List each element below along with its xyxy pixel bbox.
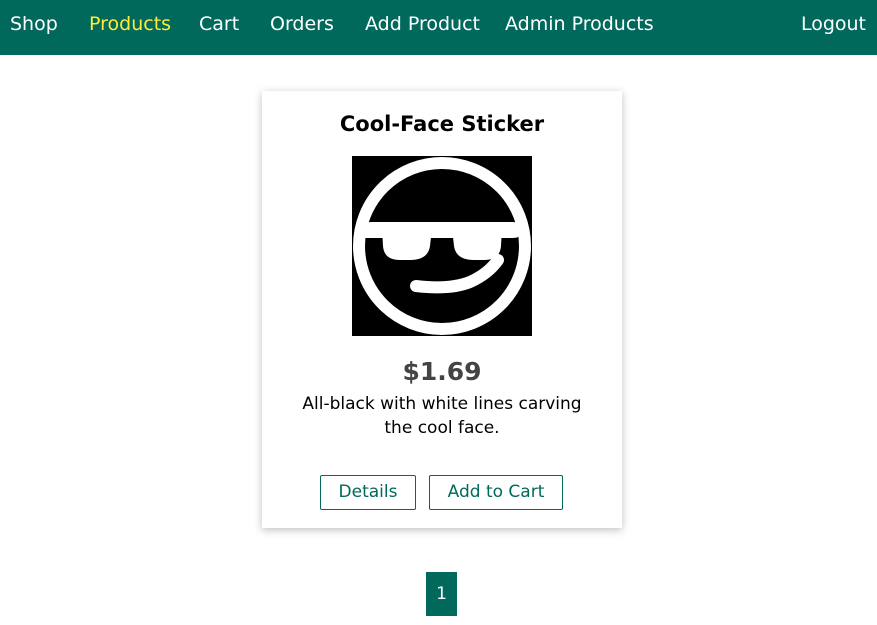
- logout-button[interactable]: Logout: [801, 13, 866, 35]
- page-1-button[interactable]: 1: [426, 572, 457, 616]
- product-title: Cool-Face Sticker: [339, 112, 545, 136]
- sunglasses-smiley-icon: [352, 156, 532, 336]
- product-image: [352, 156, 532, 336]
- product-card: Cool-Face Sticker $1.69 All-black with w…: [262, 91, 622, 528]
- nav-products[interactable]: Products: [89, 13, 171, 35]
- nav-admin-products[interactable]: Admin Products: [505, 13, 654, 35]
- main-header: Shop Products Cart Orders Add Product Ad…: [0, 0, 877, 55]
- details-button[interactable]: Details: [320, 475, 416, 510]
- nav-cart[interactable]: Cart: [199, 13, 239, 35]
- product-description: All-black with white lines carving the c…: [302, 394, 582, 438]
- nav-add-product[interactable]: Add Product: [365, 13, 480, 35]
- nav-orders[interactable]: Orders: [270, 13, 334, 35]
- add-to-cart-button[interactable]: Add to Cart: [429, 475, 563, 510]
- product-price: $1.69: [402, 357, 482, 386]
- nav-shop[interactable]: Shop: [10, 13, 58, 35]
